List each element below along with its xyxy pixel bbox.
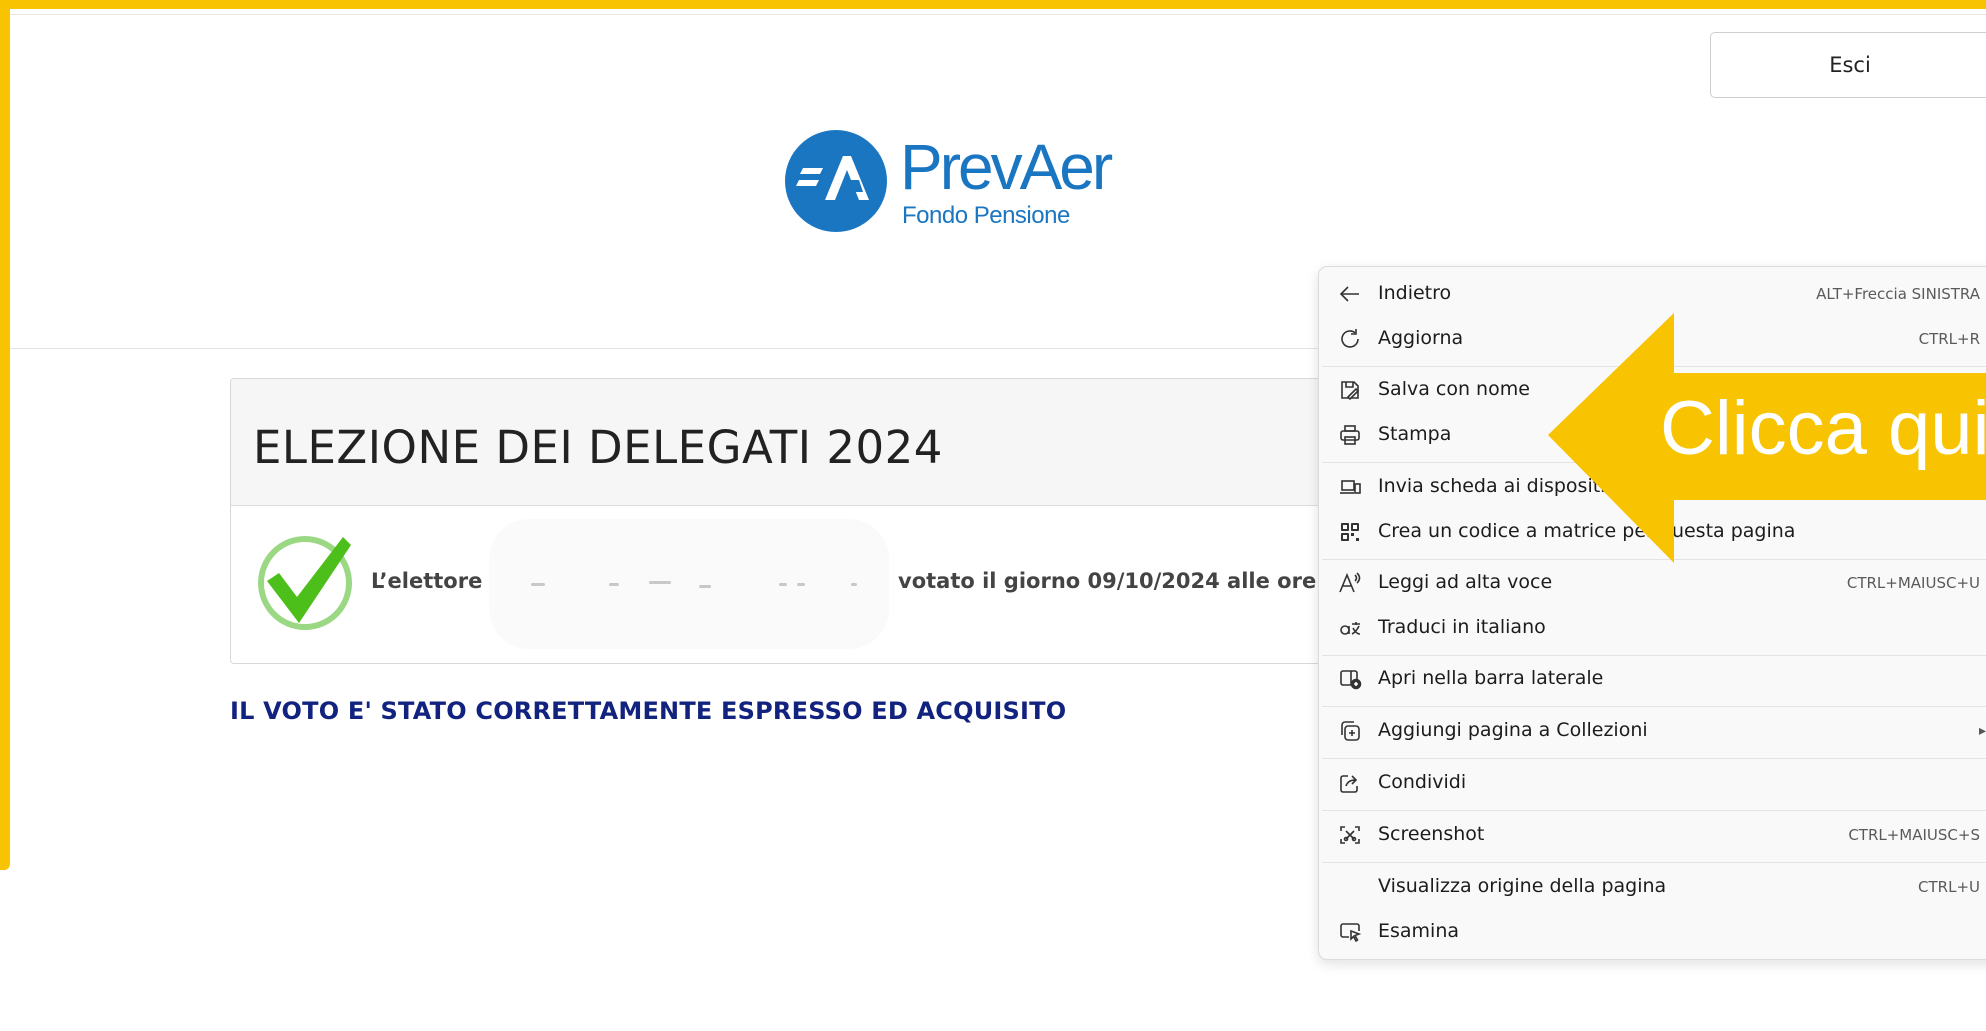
arrow-left-icon [1338, 282, 1362, 306]
send-to-devices-icon [1338, 475, 1362, 499]
vote-timestamp-text: votato il giorno 09/10/2024 alle ore 10: [898, 569, 1362, 593]
election-title: ELEZIONE DEI DELEGATI 2024 [253, 421, 943, 474]
menu-item-label: Traduci in italiano [1378, 616, 1546, 638]
menu-item-back[interactable]: Indietro ALT+Freccia SINISTRA [1319, 272, 1986, 316]
top-divider [10, 14, 1986, 15]
menu-item-label: Aggiorna [1378, 327, 1464, 349]
menu-item-label: Salva con nome [1378, 378, 1530, 400]
inspect-icon [1338, 920, 1362, 944]
logo-mark-icon [785, 130, 887, 232]
frame-left-border [0, 0, 10, 870]
menu-item-label: Screenshot [1378, 823, 1485, 845]
menu-separator [1322, 810, 1986, 811]
menu-item-read-aloud[interactable]: Leggi ad alta voce CTRL+MAIUSC+U [1319, 561, 1986, 605]
menu-separator [1322, 655, 1986, 656]
menu-item-label: Indietro [1378, 282, 1452, 304]
menu-item-open-in-sidebar[interactable]: Apri nella barra laterale [1319, 657, 1986, 701]
logo-name: PrevAer [900, 131, 1113, 203]
save-as-icon [1338, 378, 1362, 402]
screenshot-icon [1338, 823, 1362, 847]
menu-item-label: Esamina [1378, 920, 1460, 942]
menu-item-share[interactable]: Condividi [1319, 761, 1986, 805]
translate-icon [1338, 616, 1362, 640]
menu-item-label: Condividi [1378, 771, 1467, 793]
menu-item-label: Apri nella barra laterale [1378, 667, 1604, 689]
menu-item-inspect[interactable]: Esamina [1319, 910, 1986, 954]
submenu-arrow-icon: ▸ [1979, 723, 1986, 739]
exit-button[interactable]: Esci [1710, 32, 1986, 98]
voter-label: L’elettore [371, 569, 483, 593]
menu-item-label: Stampa [1378, 423, 1452, 445]
share-icon [1338, 771, 1362, 795]
callout-text: Clicca qui [1660, 386, 1986, 471]
menu-item-screenshot[interactable]: Screenshot CTRL+MAIUSC+S [1319, 813, 1986, 857]
menu-item-label: Visualizza origine della pagina [1378, 875, 1667, 897]
menu-item-translate[interactable]: Traduci in italiano [1319, 606, 1986, 650]
menu-item-view-source[interactable]: Visualizza origine della pagina CTRL+U [1319, 865, 1986, 909]
frame-top-border [0, 0, 1986, 9]
menu-item-label: Aggiungi pagina a Collezioni [1378, 719, 1648, 741]
checkmark-icon [257, 531, 357, 631]
redacted-voter-name [489, 519, 889, 649]
prevaer-logo: PrevAer Fondo Pensione [785, 130, 1115, 235]
refresh-icon [1338, 327, 1362, 351]
menu-item-shortcut: ALT+Freccia SINISTRA [1816, 285, 1980, 303]
menu-separator [1322, 758, 1986, 759]
menu-item-label: Leggi ad alta voce [1378, 571, 1553, 593]
vote-confirmation-message: IL VOTO E' STATO CORRETTAMENTE ESPRESSO … [230, 697, 1067, 725]
sidebar-icon [1338, 667, 1362, 691]
menu-item-shortcut: CTRL+MAIUSC+U [1846, 574, 1980, 592]
collections-icon [1338, 719, 1362, 743]
read-aloud-icon [1338, 571, 1362, 595]
menu-separator [1322, 706, 1986, 707]
menu-item-add-to-collections[interactable]: Aggiungi pagina a Collezioni ▸ [1319, 709, 1986, 753]
logo-subtitle: Fondo Pensione [902, 202, 1070, 229]
print-icon [1338, 423, 1362, 447]
menu-item-shortcut: CTRL+MAIUSC+S [1848, 826, 1980, 844]
menu-item-shortcut: CTRL+U [1918, 878, 1980, 896]
menu-separator [1322, 862, 1986, 863]
qr-code-icon [1338, 520, 1362, 544]
